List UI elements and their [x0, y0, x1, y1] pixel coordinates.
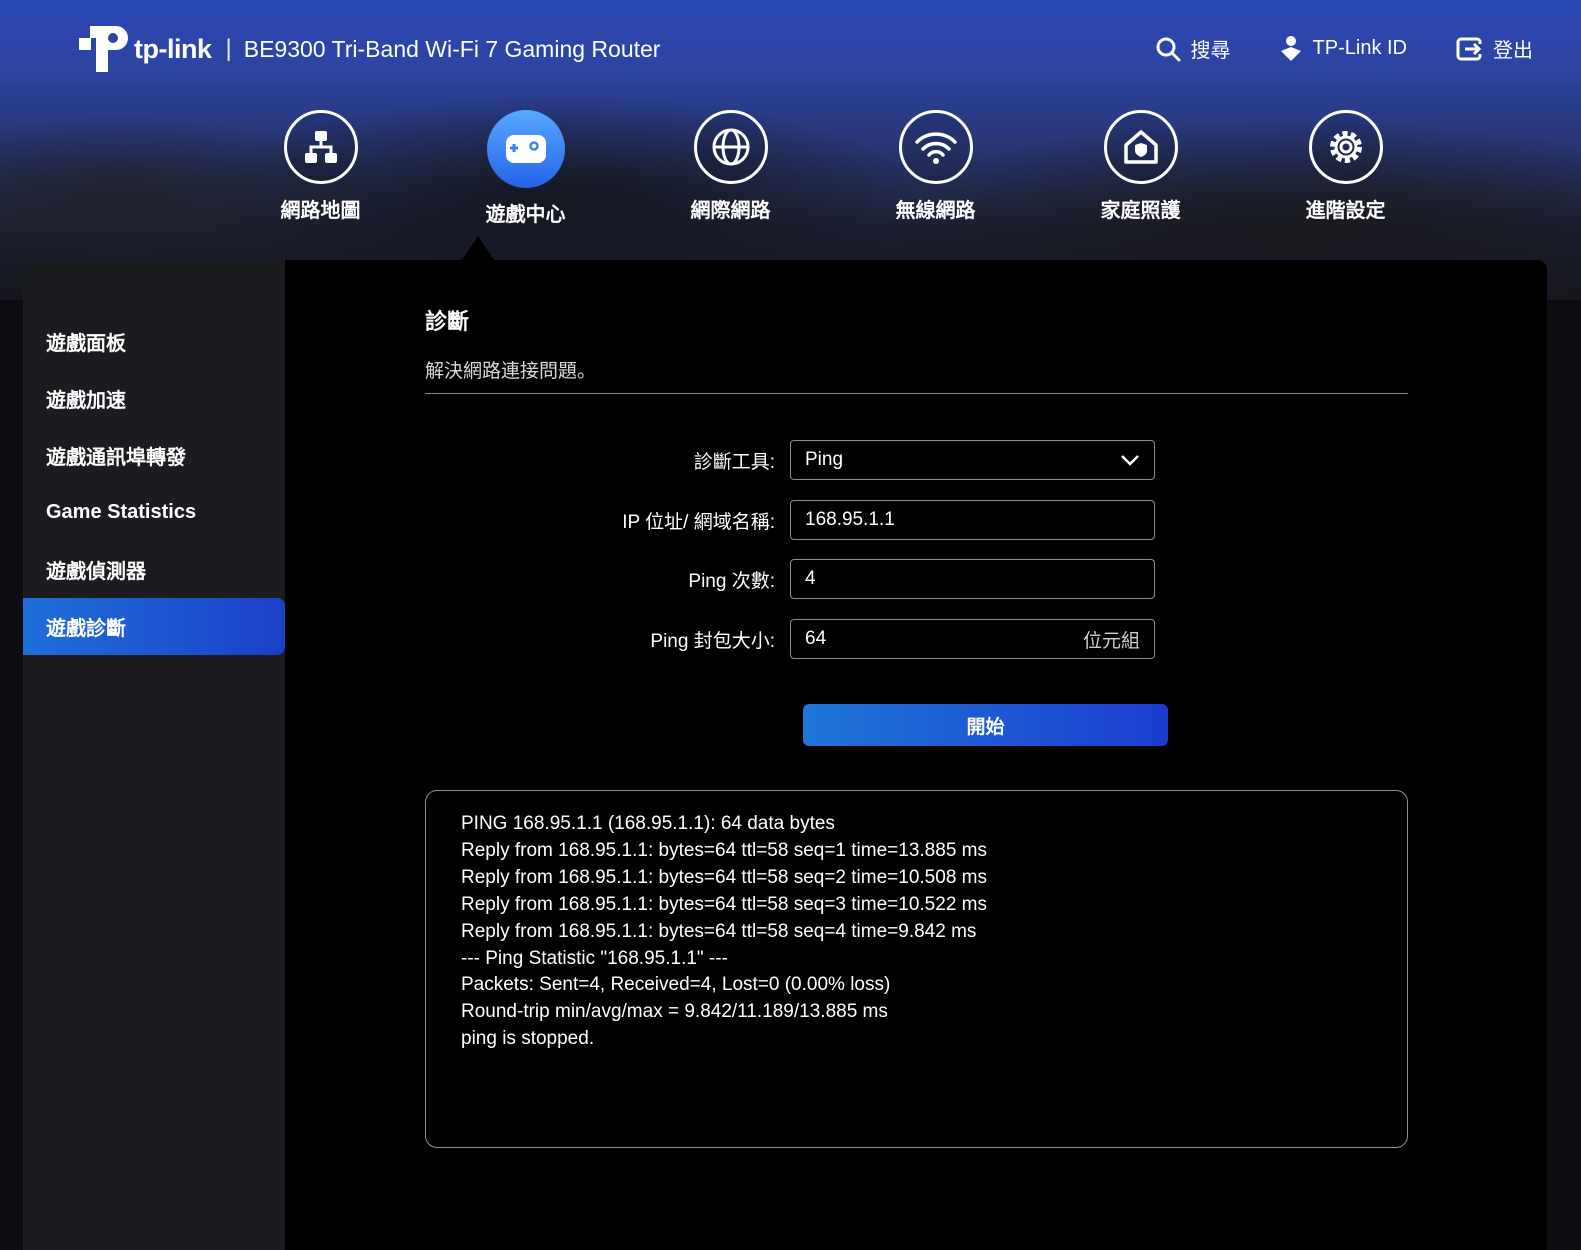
- tplink-id-icon: [1280, 35, 1301, 61]
- ip-label: IP 位址/ 網域名稱:: [622, 511, 775, 533]
- gamepad-icon: [486, 110, 565, 188]
- search-icon: [1156, 37, 1181, 61]
- count-row: Ping 次數: 4: [425, 558, 1170, 600]
- page-title: 診斷: [425, 309, 470, 334]
- tool-label: 診斷工具:: [693, 451, 775, 473]
- output-line: --- Ping Statistic "168.95.1.1" ---: [461, 947, 728, 969]
- main-nav: 網路地圖 遊戲中心 網際網路 無線網路 家庭照護 進階設定: [218, 110, 1448, 227]
- sidebar-item-game-port-forwarding[interactable]: 遊戲通訊埠轉發: [23, 427, 285, 484]
- nav-label: 遊戲中心: [485, 204, 566, 226]
- ping-output: PING 168.95.1.1 (168.95.1.1): 64 data by…: [425, 790, 1408, 1148]
- count-label: Ping 次數:: [688, 570, 775, 592]
- wifi-icon: [898, 110, 973, 184]
- logout-button[interactable]: 登出: [1455, 34, 1533, 63]
- packet-size-value: 64: [805, 628, 827, 649]
- sidebar-item-game-accelerator[interactable]: 遊戲加速: [23, 370, 285, 427]
- sidebar-item-game-statistics[interactable]: Game Statistics: [23, 484, 285, 541]
- output-line: Reply from 168.95.1.1: bytes=64 ttl=58 s…: [461, 893, 987, 915]
- home-shield-icon: [1103, 110, 1178, 184]
- nav-homecare[interactable]: 家庭照護: [1038, 110, 1243, 227]
- ip-row: IP 位址/ 網域名稱: 168.95.1.1: [425, 499, 1170, 541]
- search-button[interactable]: 搜尋: [1155, 34, 1231, 63]
- tplink-logo-icon: [79, 26, 128, 72]
- search-label: 搜尋: [1190, 40, 1231, 62]
- nav-game-center[interactable]: 遊戲中心: [423, 110, 628, 227]
- nav-network-map[interactable]: 網路地圖: [218, 110, 423, 227]
- size-label: Ping 封包大小:: [650, 630, 775, 652]
- active-nav-pointer: [462, 236, 494, 260]
- tool-select-value: Ping: [805, 449, 844, 470]
- tool-row: 診斷工具: Ping: [425, 439, 1170, 481]
- output-line: Reply from 168.95.1.1: bytes=64 ttl=58 s…: [461, 839, 987, 861]
- brand-name: tp-link: [134, 33, 212, 64]
- tplink-id-label: TP-Link ID: [1312, 37, 1407, 59]
- chevron-down-icon: [1121, 455, 1139, 466]
- router-model: BE9300 Tri-Band Wi-Fi 7 Gaming Router: [243, 35, 661, 62]
- output-line: Round-trip min/avg/max = 9.842/11.189/13…: [461, 1001, 888, 1023]
- output-line: Reply from 168.95.1.1: bytes=64 ttl=58 s…: [461, 866, 987, 888]
- output-line: ping is stopped.: [461, 1028, 595, 1050]
- sidebar-item-game-dashboard[interactable]: 遊戲面板: [23, 313, 285, 370]
- nav-label: 網際網路: [690, 200, 771, 222]
- nav-label: 家庭照護: [1100, 200, 1181, 222]
- output-line: Reply from 168.95.1.1: bytes=64 ttl=58 s…: [461, 920, 977, 942]
- tplink-id-button[interactable]: TP-Link ID: [1279, 35, 1407, 63]
- ip-input-value: 168.95.1.1: [805, 509, 895, 530]
- nav-wireless[interactable]: 無線網路: [833, 110, 1038, 227]
- sidebar: 遊戲面板 遊戲加速 遊戲通訊埠轉發 Game Statistics 遊戲偵測器 …: [23, 260, 285, 1250]
- sidebar-item-game-detector[interactable]: 遊戲偵測器: [23, 541, 285, 598]
- nav-label: 進階設定: [1305, 200, 1386, 222]
- divider: [425, 393, 1408, 394]
- globe-icon: [693, 110, 768, 184]
- size-row: Ping 封包大小: 64 位元組: [425, 618, 1170, 660]
- logout-label: 登出: [1493, 40, 1533, 62]
- sidebar-item-game-diagnostics[interactable]: 遊戲診斷: [23, 598, 285, 655]
- nav-advanced[interactable]: 進階設定: [1243, 110, 1448, 227]
- header-brand: tp-link | BE9300 Tri-Band Wi-Fi 7 Gaming…: [76, 22, 660, 76]
- ping-count-input[interactable]: 4: [790, 559, 1155, 599]
- logout-icon: [1456, 37, 1482, 60]
- network-map-icon: [283, 110, 358, 184]
- page-subtitle: 解決網路連接問題。: [425, 361, 597, 382]
- ping-count-value: 4: [805, 568, 816, 589]
- packet-size-unit: 位元組: [1082, 630, 1140, 652]
- start-button[interactable]: 開始: [803, 704, 1168, 746]
- header-separator: |: [225, 35, 232, 62]
- output-line: Packets: Sent=4, Received=4, Lost=0 (0.0…: [461, 974, 891, 996]
- nav-label: 無線網路: [895, 200, 976, 222]
- output-line: PING 168.95.1.1 (168.95.1.1): 64 data by…: [461, 813, 835, 834]
- nav-internet[interactable]: 網際網路: [628, 110, 833, 227]
- gear-icon: [1308, 110, 1383, 184]
- ip-input[interactable]: 168.95.1.1: [790, 500, 1155, 540]
- nav-label: 網路地圖: [280, 200, 361, 222]
- content-panel: 遊戲面板 遊戲加速 遊戲通訊埠轉發 Game Statistics 遊戲偵測器 …: [23, 260, 1547, 1250]
- packet-size-input[interactable]: 64 位元組: [790, 619, 1155, 659]
- tool-select[interactable]: Ping: [790, 440, 1155, 480]
- header-actions: 搜尋 TP-Link ID 登出: [1155, 34, 1533, 63]
